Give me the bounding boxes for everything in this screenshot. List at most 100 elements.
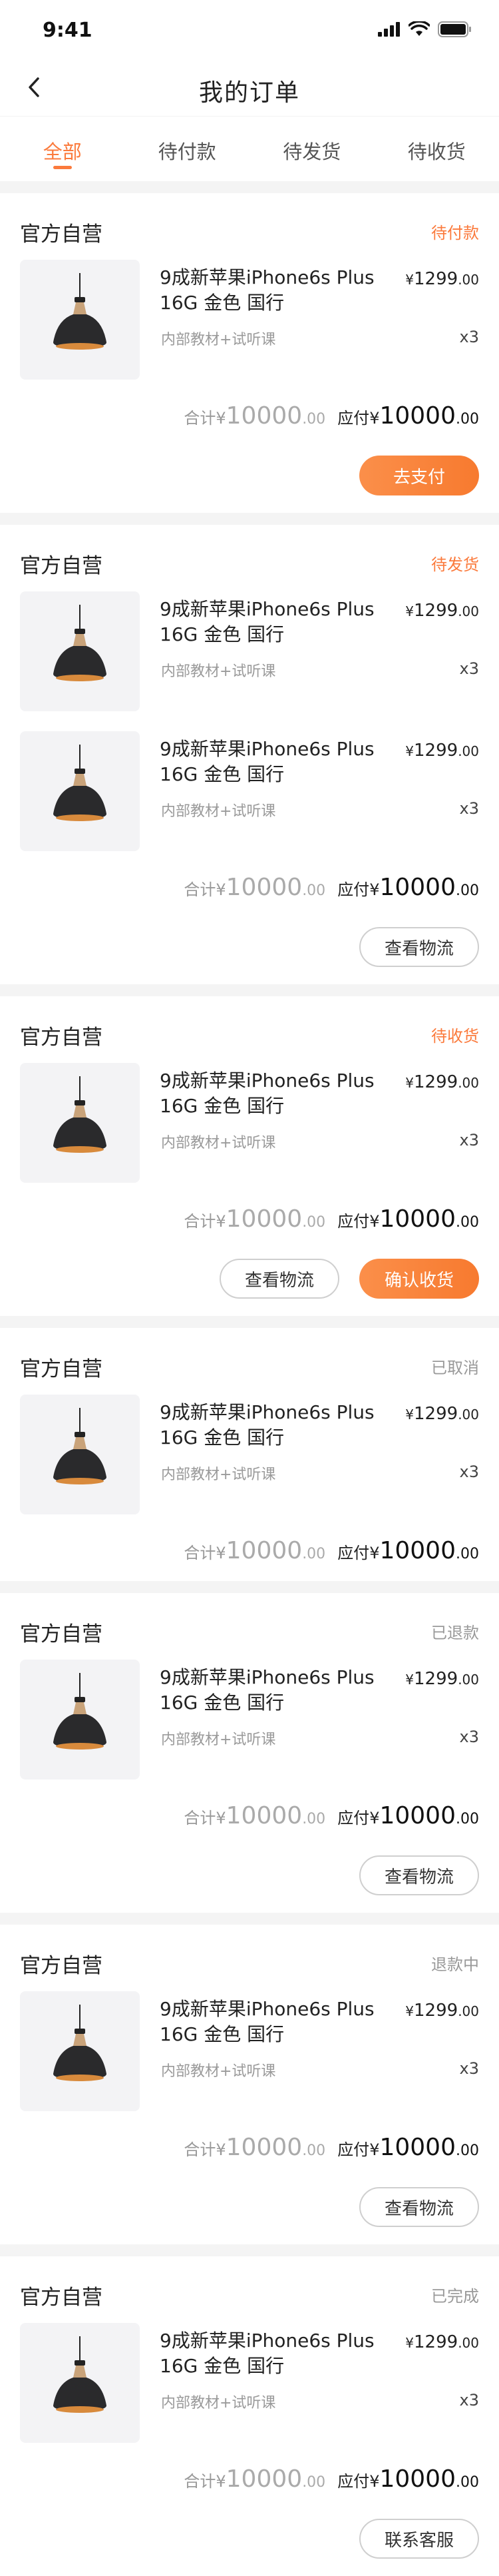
product-name: 9成新苹果iPhone6s Plus 16G 金色 国行 xyxy=(160,1997,393,2047)
price-decimal: .00 xyxy=(458,1407,479,1423)
order-item[interactable]: 9成新苹果iPhone6s Plus 16G 金色 国行¥1299.00内部教材… xyxy=(0,1991,499,2111)
product-thumbnail[interactable] xyxy=(20,591,140,711)
order-totals: 合计¥10000.00应付¥10000.00 xyxy=(184,2134,479,2161)
order-item[interactable]: 9成新苹果iPhone6s Plus 16G 金色 国行¥1299.00内部教材… xyxy=(0,260,499,380)
product-name: 9成新苹果iPhone6s Plus 16G 金色 国行 xyxy=(160,737,393,787)
price-currency: ¥ xyxy=(405,1075,414,1091)
price-main: 1299 xyxy=(414,1072,458,1092)
order-card[interactable]: 官方自营已取消 9成新苹果iPhone6s Plus 16G 金色 国行¥129… xyxy=(0,1328,499,1581)
payable-main: 10000 xyxy=(379,402,456,430)
confirm-receipt-button[interactable]: 确认收货 xyxy=(359,1259,479,1299)
order-status: 退款中 xyxy=(431,1951,479,1975)
pendant-lamp-image xyxy=(20,1660,140,1779)
subtotal-currency: ¥ xyxy=(216,880,226,899)
subtotal-group: 合计¥10000.00 xyxy=(184,1802,325,1829)
price-currency: ¥ xyxy=(405,272,414,288)
order-status: 已完成 xyxy=(431,2283,479,2306)
contact-service-button[interactable]: 联系客服 xyxy=(359,2519,479,2559)
payable-group: 应付¥10000.00 xyxy=(337,1537,479,1564)
price-currency: ¥ xyxy=(405,1672,414,1688)
price-main: 1299 xyxy=(414,601,458,621)
price-currency: ¥ xyxy=(405,2335,414,2351)
product-thumbnail[interactable] xyxy=(20,1660,140,1779)
tab-pending-payment[interactable]: 待付款 xyxy=(125,117,250,181)
pay-button[interactable]: 去支付 xyxy=(359,456,479,495)
tab-pending-receipt[interactable]: 待收货 xyxy=(375,117,499,181)
subtotal-group: 合计¥10000.00 xyxy=(184,2465,325,2493)
subtotal-main: 10000 xyxy=(226,1537,303,1564)
subtotal-group: 合计¥10000.00 xyxy=(184,874,325,901)
subtotal-decimal: .00 xyxy=(302,1546,325,1562)
order-status: 已退款 xyxy=(431,1620,479,1643)
pendant-lamp-image xyxy=(20,731,140,851)
order-card[interactable]: 官方自营待收货 9成新苹果iPhone6s Plus 16G 金色 国行¥129… xyxy=(0,996,499,1316)
order-totals: 合计¥10000.00应付¥10000.00 xyxy=(184,1205,479,1233)
product-price: ¥1299.00 xyxy=(405,2332,479,2352)
pendant-lamp-image xyxy=(20,1063,140,1183)
payable-main: 10000 xyxy=(379,1205,456,1233)
order-card[interactable]: 官方自营退款中 9成新苹果iPhone6s Plus 16G 金色 国行¥129… xyxy=(0,1925,499,2244)
subtotal-main: 10000 xyxy=(226,2465,303,2493)
view-logistics-button[interactable]: 查看物流 xyxy=(220,1259,339,1299)
product-thumbnail[interactable] xyxy=(20,1991,140,2111)
subtotal-currency: ¥ xyxy=(216,1212,226,1231)
payable-main: 10000 xyxy=(379,1802,456,1829)
product-price: ¥1299.00 xyxy=(405,741,479,761)
subtotal-currency: ¥ xyxy=(216,2472,226,2491)
payable-currency: ¥ xyxy=(369,880,379,899)
product-spec: 内部教材+试听课 xyxy=(161,1462,275,1484)
order-actions: 查看物流 xyxy=(359,2187,479,2227)
product-thumbnail[interactable] xyxy=(20,2323,140,2443)
price-currency: ¥ xyxy=(405,2003,414,2019)
order-card[interactable]: 官方自营已退款 9成新苹果iPhone6s Plus 16G 金色 国行¥129… xyxy=(0,1593,499,1913)
product-thumbnail[interactable] xyxy=(20,731,140,851)
wifi-icon xyxy=(409,21,430,37)
payable-currency: ¥ xyxy=(369,409,379,428)
tab-pending-shipment[interactable]: 待发货 xyxy=(250,117,375,181)
payable-main: 10000 xyxy=(379,2134,456,2161)
tab-all[interactable]: 全部 xyxy=(0,117,125,181)
order-card[interactable]: 官方自营待付款 9成新苹果iPhone6s Plus 16G 金色 国行¥129… xyxy=(0,193,499,513)
shop-name: 官方自营 xyxy=(20,1617,102,1647)
view-logistics-button[interactable]: 查看物流 xyxy=(359,927,479,967)
subtotal-main: 10000 xyxy=(226,874,303,901)
order-item[interactable]: 9成新苹果iPhone6s Plus 16G 金色 国行¥1299.00内部教材… xyxy=(0,1063,499,1183)
product-name: 9成新苹果iPhone6s Plus 16G 金色 国行 xyxy=(160,1665,393,1716)
order-card[interactable]: 官方自营待发货 9成新苹果iPhone6s Plus 16G 金色 国行¥129… xyxy=(0,525,499,984)
payable-label: 应付 xyxy=(337,876,369,900)
payable-decimal: .00 xyxy=(456,882,479,899)
order-item[interactable]: 9成新苹果iPhone6s Plus 16G 金色 国行¥1299.00内部教材… xyxy=(0,2323,499,2443)
subtotal-currency: ¥ xyxy=(216,1809,226,1827)
product-thumbnail[interactable] xyxy=(20,1063,140,1183)
order-item[interactable]: 9成新苹果iPhone6s Plus 16G 金色 国行¥1299.00内部教材… xyxy=(0,1395,499,1514)
subtotal-decimal: .00 xyxy=(302,882,325,899)
payable-main: 10000 xyxy=(379,2465,456,2493)
product-thumbnail[interactable] xyxy=(20,260,140,380)
pendant-lamp-image xyxy=(20,2323,140,2443)
subtotal-currency: ¥ xyxy=(216,409,226,428)
price-currency: ¥ xyxy=(405,603,414,619)
payable-decimal: .00 xyxy=(456,411,479,428)
order-item[interactable]: 9成新苹果iPhone6s Plus 16G 金色 国行¥1299.00内部教材… xyxy=(0,591,499,711)
order-card[interactable]: 官方自营已完成 9成新苹果iPhone6s Plus 16G 金色 国行¥129… xyxy=(0,2256,499,2576)
product-thumbnail[interactable] xyxy=(20,1395,140,1514)
price-main: 1299 xyxy=(414,1404,458,1424)
order-actions: 查看物流确认收货 xyxy=(220,1259,479,1299)
payable-group: 应付¥10000.00 xyxy=(337,1205,479,1233)
nav-bar: 我的订单 xyxy=(0,59,499,116)
payable-currency: ¥ xyxy=(369,1544,379,1562)
product-name: 9成新苹果iPhone6s Plus 16G 金色 国行 xyxy=(160,1400,393,1450)
payable-group: 应付¥10000.00 xyxy=(337,1802,479,1829)
payable-currency: ¥ xyxy=(369,1809,379,1827)
view-logistics-button[interactable]: 查看物流 xyxy=(359,2187,479,2227)
order-item[interactable]: 9成新苹果iPhone6s Plus 16G 金色 国行¥1299.00内部教材… xyxy=(0,731,499,851)
product-price: ¥1299.00 xyxy=(405,269,479,289)
view-logistics-button[interactable]: 查看物流 xyxy=(359,1855,479,1895)
price-main: 1299 xyxy=(414,2332,458,2352)
subtotal-decimal: .00 xyxy=(302,2474,325,2491)
product-name: 9成新苹果iPhone6s Plus 16G 金色 国行 xyxy=(160,2328,393,2379)
order-item[interactable]: 9成新苹果iPhone6s Plus 16G 金色 国行¥1299.00内部教材… xyxy=(0,1660,499,1779)
product-quantity: x3 xyxy=(460,799,479,818)
order-totals: 合计¥10000.00应付¥10000.00 xyxy=(184,874,479,901)
status-bar: 9:41 xyxy=(0,0,499,59)
